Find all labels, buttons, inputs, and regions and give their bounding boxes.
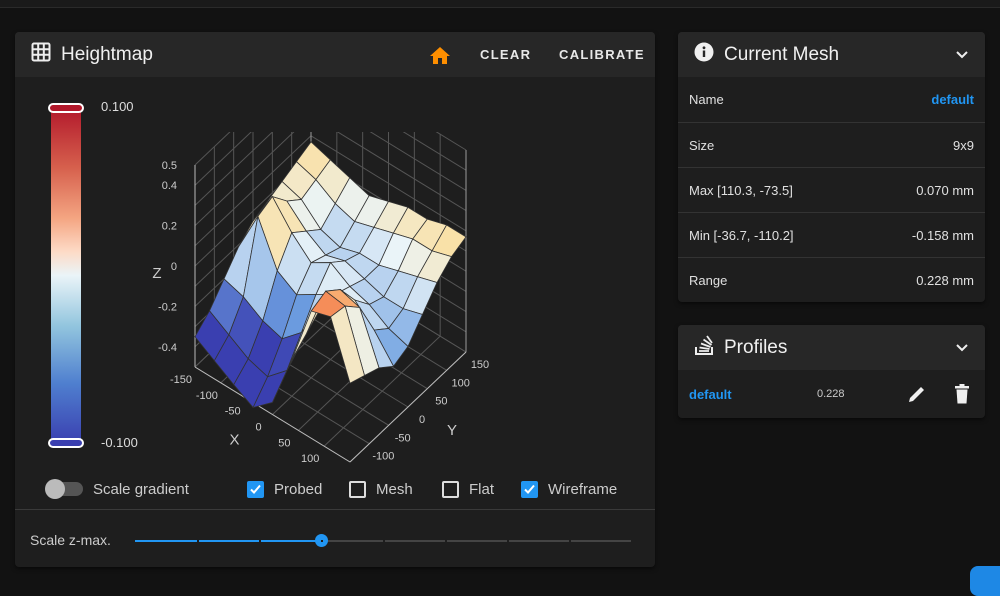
stack-icon (694, 334, 714, 361)
mesh-info-value: -0.158 mm (911, 227, 974, 243)
z-tick-label: -0.2 (158, 301, 177, 313)
z-tick-label: 0.2 (162, 221, 177, 233)
chevron-down-icon[interactable] (953, 338, 971, 361)
profile-name-link[interactable]: default (689, 387, 732, 402)
mesh-info-label: Range (689, 272, 728, 288)
probed-label: Probed (274, 480, 323, 498)
x-tick-label: 50 (278, 437, 290, 449)
mesh-info-row: Range 0.228 mm (678, 257, 985, 302)
home-icon (430, 46, 450, 64)
flat-label: Flat (469, 480, 495, 498)
heightmap-header: Heightmap CLEAR CALIBRATE (15, 32, 655, 77)
mesh-label: Mesh (376, 480, 413, 498)
pencil-icon (909, 387, 924, 402)
clear-button[interactable]: CLEAR (480, 32, 531, 77)
slider-tick (507, 540, 509, 542)
heightmap-3d-plot[interactable]: -150-100-50050100 -100-50050100150-0.4-0.… (115, 132, 535, 467)
profiles-card: Profiles default 0.228 (678, 325, 985, 418)
edit-profile-button[interactable] (906, 383, 928, 408)
checkbox-checked-icon[interactable] (521, 480, 538, 498)
home-button[interactable] (429, 32, 451, 77)
current-mesh-title: Current Mesh (724, 43, 840, 65)
mesh-info-row: Name default (678, 77, 985, 122)
x-tick-label: -150 (170, 374, 192, 386)
mesh-checkbox[interactable]: Mesh (349, 477, 413, 501)
mesh-info-value: 9x9 (953, 137, 974, 153)
mesh-info-label: Name (689, 92, 724, 107)
slider-tick (383, 540, 385, 542)
y-tick-label: 0 (419, 414, 425, 426)
slider-tick (569, 540, 571, 542)
heightmap-title: Heightmap (61, 43, 153, 65)
current-mesh-header: Current Mesh (678, 32, 985, 77)
z-tick-label: 0.5 (162, 160, 177, 172)
x-axis-label: X (229, 432, 239, 449)
top-bar (0, 0, 1000, 8)
x-tick-label: -50 (225, 406, 241, 418)
chevron-down-icon[interactable] (953, 45, 971, 68)
trash-icon (955, 384, 969, 404)
x-tick-label: -100 (196, 390, 218, 402)
y-tick-label: -50 (395, 432, 411, 444)
probed-checkbox[interactable]: Probed (247, 477, 322, 501)
calibrate-button[interactable]: CALIBRATE (559, 32, 645, 77)
wireframe-label: Wireframe (548, 480, 618, 498)
x-tick-label: 0 (255, 422, 261, 434)
slider-tick (197, 540, 199, 542)
current-mesh-card: Current Mesh Name default Size 9x9 Max [110.… (678, 32, 985, 302)
slider-fill (135, 540, 321, 542)
checkbox-unchecked-icon[interactable] (349, 480, 366, 498)
mesh-info-label: Size (689, 137, 715, 153)
y-tick-label: 150 (471, 359, 489, 371)
slider-tick (321, 540, 323, 542)
colorbar-max-handle[interactable] (48, 103, 84, 113)
y-tick-label: 50 (435, 396, 447, 408)
mesh-info-value: default (931, 92, 974, 107)
profile-range: 0.228 (817, 388, 845, 400)
flat-checkbox[interactable]: Flat (442, 477, 494, 501)
slider-tick (445, 540, 447, 542)
color-scale-bar (48, 103, 84, 448)
y-tick-label: -100 (372, 451, 394, 463)
mesh-info-label: Min [-36.7, -110.2] (689, 227, 794, 243)
mesh-info-row: Size 9x9 (678, 122, 985, 167)
mesh-info-row: Min [-36.7, -110.2] -0.158 mm (678, 212, 985, 257)
z-axis-label: Z (152, 265, 161, 282)
heightmap-card: Heightmap CLEAR CALIBRATE 0.100 -0.100 -… (15, 32, 655, 567)
y-axis-label: Y (447, 422, 457, 439)
profiles-header: Profiles (678, 325, 985, 370)
scale-zmax-label: Scale z-max. (30, 532, 111, 548)
scale-zmax-slider[interactable] (135, 534, 631, 547)
color-gradient (51, 107, 81, 444)
z-tick-label: 0 (171, 261, 177, 273)
z-tick-label: -0.4 (158, 342, 177, 354)
checkbox-unchecked-icon[interactable] (442, 480, 459, 498)
x-tick-label: 100 (301, 453, 319, 465)
profiles-title: Profiles (724, 336, 788, 358)
slider-tick (259, 540, 261, 542)
wireframe-checkbox[interactable]: Wireframe (521, 477, 617, 501)
y-tick-label: 100 (451, 377, 469, 389)
scale-gradient-label: Scale gradient (93, 480, 189, 498)
mesh-info-value: 0.228 mm (916, 272, 974, 288)
info-icon (694, 42, 714, 67)
z-tick-label: 0.4 (162, 180, 177, 192)
plot-controls: Scale gradient Probed Mesh Flat Wirefram… (15, 477, 655, 507)
delete-profile-button[interactable] (952, 383, 972, 408)
scale-gradient-toggle[interactable]: Scale gradient (45, 477, 189, 501)
profile-row: default 0.228 (678, 370, 985, 418)
mesh-info-value: 0.070 mm (916, 182, 974, 198)
divider (15, 509, 655, 510)
grid-icon (31, 42, 51, 67)
mesh-info-label: Max [110.3, -73.5] (689, 182, 793, 198)
floating-action-button[interactable] (970, 566, 1000, 596)
colorbar-max-label: 0.100 (101, 99, 134, 114)
toggle-switch[interactable] (45, 479, 83, 499)
checkbox-checked-icon[interactable] (247, 480, 264, 498)
mesh-info-row: Max [110.3, -73.5] 0.070 mm (678, 167, 985, 212)
colorbar-min-handle[interactable] (48, 438, 84, 448)
